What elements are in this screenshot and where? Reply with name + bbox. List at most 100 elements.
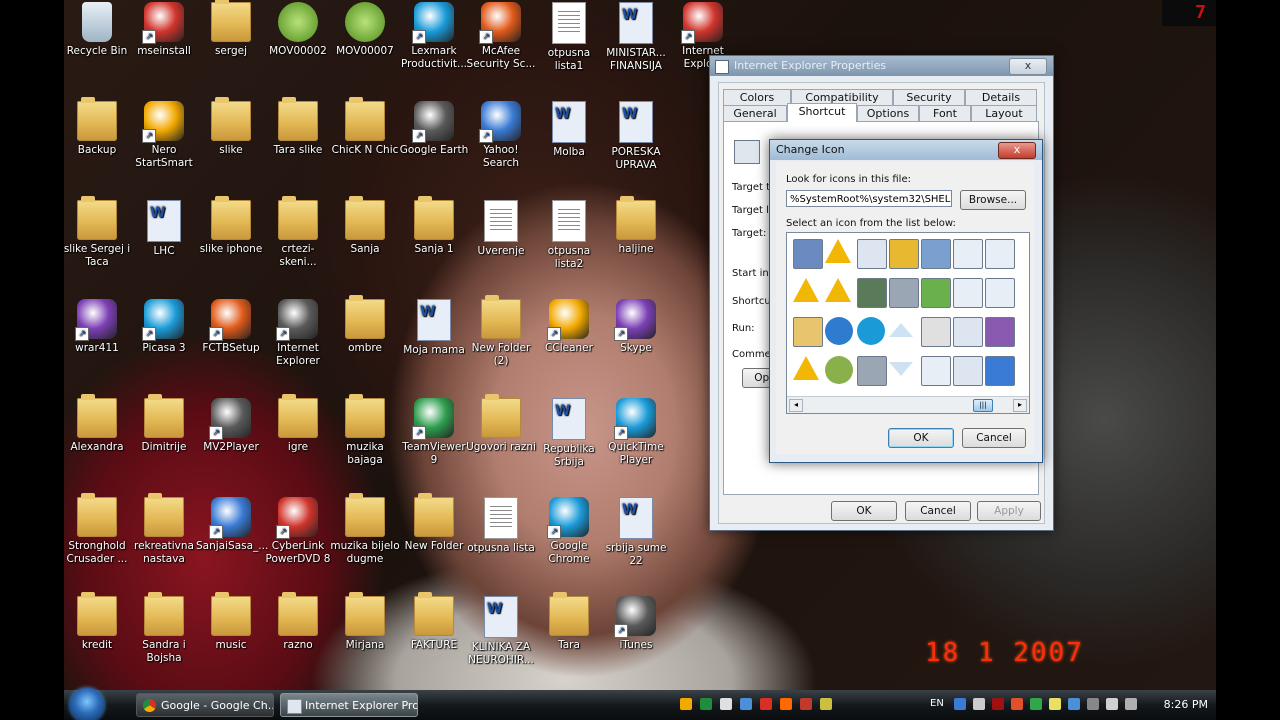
desktop-icon[interactable]: Nero StartSmart [129,99,199,170]
desktop-icon[interactable]: mseinstall [129,0,199,58]
down-arrow-icon[interactable] [889,362,913,376]
desktop-icon[interactable]: LHC [129,198,199,258]
desktop-icon[interactable]: Tara [534,592,604,652]
tab-general[interactable]: General [723,105,787,121]
filter-icon[interactable] [921,239,951,269]
desktop-icon[interactable]: MOV00007 [330,0,400,58]
desktop-icon[interactable]: Sandra i Bojsha [129,592,199,665]
tray-icon[interactable] [954,698,966,710]
change-icon-cancel-button[interactable]: Cancel [962,428,1026,448]
quick-launch-icon[interactable] [720,698,732,710]
desktop-icon[interactable]: muzika bajaga [330,394,400,467]
desktop-icon[interactable]: CCleaner [534,297,604,355]
desktop-icon[interactable]: otpusna lista1 [534,0,604,73]
desktop-icon[interactable]: Internet Explorer [263,297,333,368]
change-icon-ok-button[interactable]: OK [888,428,954,448]
properties-cancel-button[interactable]: Cancel [905,501,971,521]
panel-icon[interactable] [985,239,1015,269]
table-icon[interactable] [921,356,951,386]
transfer-icon[interactable] [921,278,951,308]
desktop-icon[interactable]: Molba [534,99,604,159]
wireless-icon[interactable] [857,356,887,386]
tray-icon[interactable] [1087,698,1099,710]
desktop-icon[interactable]: Skype [601,297,671,355]
icon-list[interactable]: ◂ ||| ▸ [786,232,1030,414]
desktop-icon[interactable]: razno [263,592,333,652]
tray-icon[interactable] [1011,698,1023,710]
window-icon[interactable] [953,317,983,347]
tab-options[interactable]: Options [857,105,919,121]
desktop-icon[interactable]: haljine [601,196,671,256]
panel-icon[interactable] [985,278,1015,308]
desktop-icon[interactable]: MINISTAR... FINANSIJA [601,0,671,73]
desktop-icon[interactable]: FAKTURE [399,592,469,652]
warning-icon[interactable] [825,278,851,302]
desktop-icon[interactable]: TeamViewer 9 [399,396,469,467]
desktop-icon[interactable]: Backup [62,97,132,157]
desktop-icon[interactable]: Uverenje [466,198,536,258]
desktop-icon[interactable]: Alexandra [62,394,132,454]
desktop-icon[interactable]: Tara slike [263,97,333,157]
taskbar-item-ie-properties[interactable]: Internet Explorer Pro... [280,693,418,717]
desktop-icon[interactable]: wrar411 [62,297,132,355]
tab-colors[interactable]: Colors [723,89,791,105]
desktop-icon[interactable]: FCTBSetup [196,297,266,355]
keyboard-icon[interactable] [889,278,919,308]
icon-list-scrollbar[interactable]: ◂ ||| ▸ [787,396,1029,413]
window-icon[interactable] [857,239,887,269]
properties-ok-button[interactable]: OK [831,501,897,521]
tray-icon[interactable] [1030,698,1042,710]
desktop-icon[interactable]: Lexmark Productivit... [399,0,469,71]
desktop-icon[interactable]: Picasa 3 [129,297,199,355]
properties-close-button[interactable]: x [1009,58,1047,75]
properties-titlebar[interactable]: Internet Explorer Properties x [710,56,1053,76]
quick-launch-icon[interactable] [760,698,772,710]
desktop-icon[interactable]: KLINIKA ZA NEUROHIR... [466,594,536,667]
language-indicator[interactable]: EN [930,698,944,709]
copy-icon[interactable] [921,317,951,347]
tab-layout[interactable]: Layout [971,105,1037,121]
clock-icon[interactable] [825,356,853,384]
desktop-icon[interactable]: muzika bijelo dugme [330,493,400,566]
desktop-icon[interactable]: slike Sergej i Taca [62,196,132,269]
desktop-icon[interactable]: Republika Srbija [534,396,604,469]
warning-icon[interactable] [793,278,819,302]
desktop-icon[interactable]: otpusna lista [466,495,536,555]
quick-launch-icon[interactable] [740,698,752,710]
desktop-icon[interactable]: igre [263,394,333,454]
quick-launch-icon[interactable] [700,698,712,710]
refresh-icon[interactable] [825,317,853,345]
quick-launch-icon[interactable] [800,698,812,710]
start-button[interactable] [70,688,104,720]
tray-icon[interactable] [1068,698,1080,710]
desktop-icon[interactable]: New Folder (2) [466,295,536,368]
desktop-icon[interactable]: ChicK N Chic [330,97,400,157]
scroll-right-arrow-icon[interactable]: ▸ [1013,399,1027,412]
tab-security[interactable]: Security [893,89,965,105]
taskbar-item-chrome[interactable]: Google - Google Ch... [136,693,274,717]
warning-icon[interactable] [825,239,851,263]
change-icon-titlebar[interactable]: Change Icon x [770,140,1042,160]
computer-icon[interactable] [793,239,823,269]
quick-launch-icon[interactable] [820,698,832,710]
desktop-icon[interactable]: kredit [62,592,132,652]
floppy-icon[interactable] [985,317,1015,347]
desktop-icon[interactable]: Stronghold Crusader ... [62,493,132,566]
desktop-icon[interactable]: PORESKA UPRAVA [601,99,671,172]
desktop-icon[interactable]: Sanja 1 [399,196,469,256]
desktop-icon[interactable]: rekreativna nastava [129,493,199,566]
tab-shortcut[interactable]: Shortcut [787,103,857,122]
scroll-thumb[interactable]: ||| [973,399,993,412]
desktop-icon[interactable]: Google Earth [399,99,469,157]
desktop-icon[interactable]: SanjaiSasa_... [196,495,268,553]
network-icon[interactable] [857,278,887,308]
ie-icon[interactable] [857,317,885,345]
warning-icon[interactable] [793,356,819,380]
desktop-icon[interactable]: Sanja [330,196,400,256]
desktop-icon[interactable]: Google Chrome [534,495,604,566]
change-icon-close-button[interactable]: x [998,142,1036,159]
desktop-icon[interactable]: crtezi-skeni... [263,196,333,269]
desktop-icon[interactable]: slike iphone [196,196,266,256]
tray-icon[interactable] [973,698,985,710]
browse-button[interactable]: Browse... [960,190,1026,210]
